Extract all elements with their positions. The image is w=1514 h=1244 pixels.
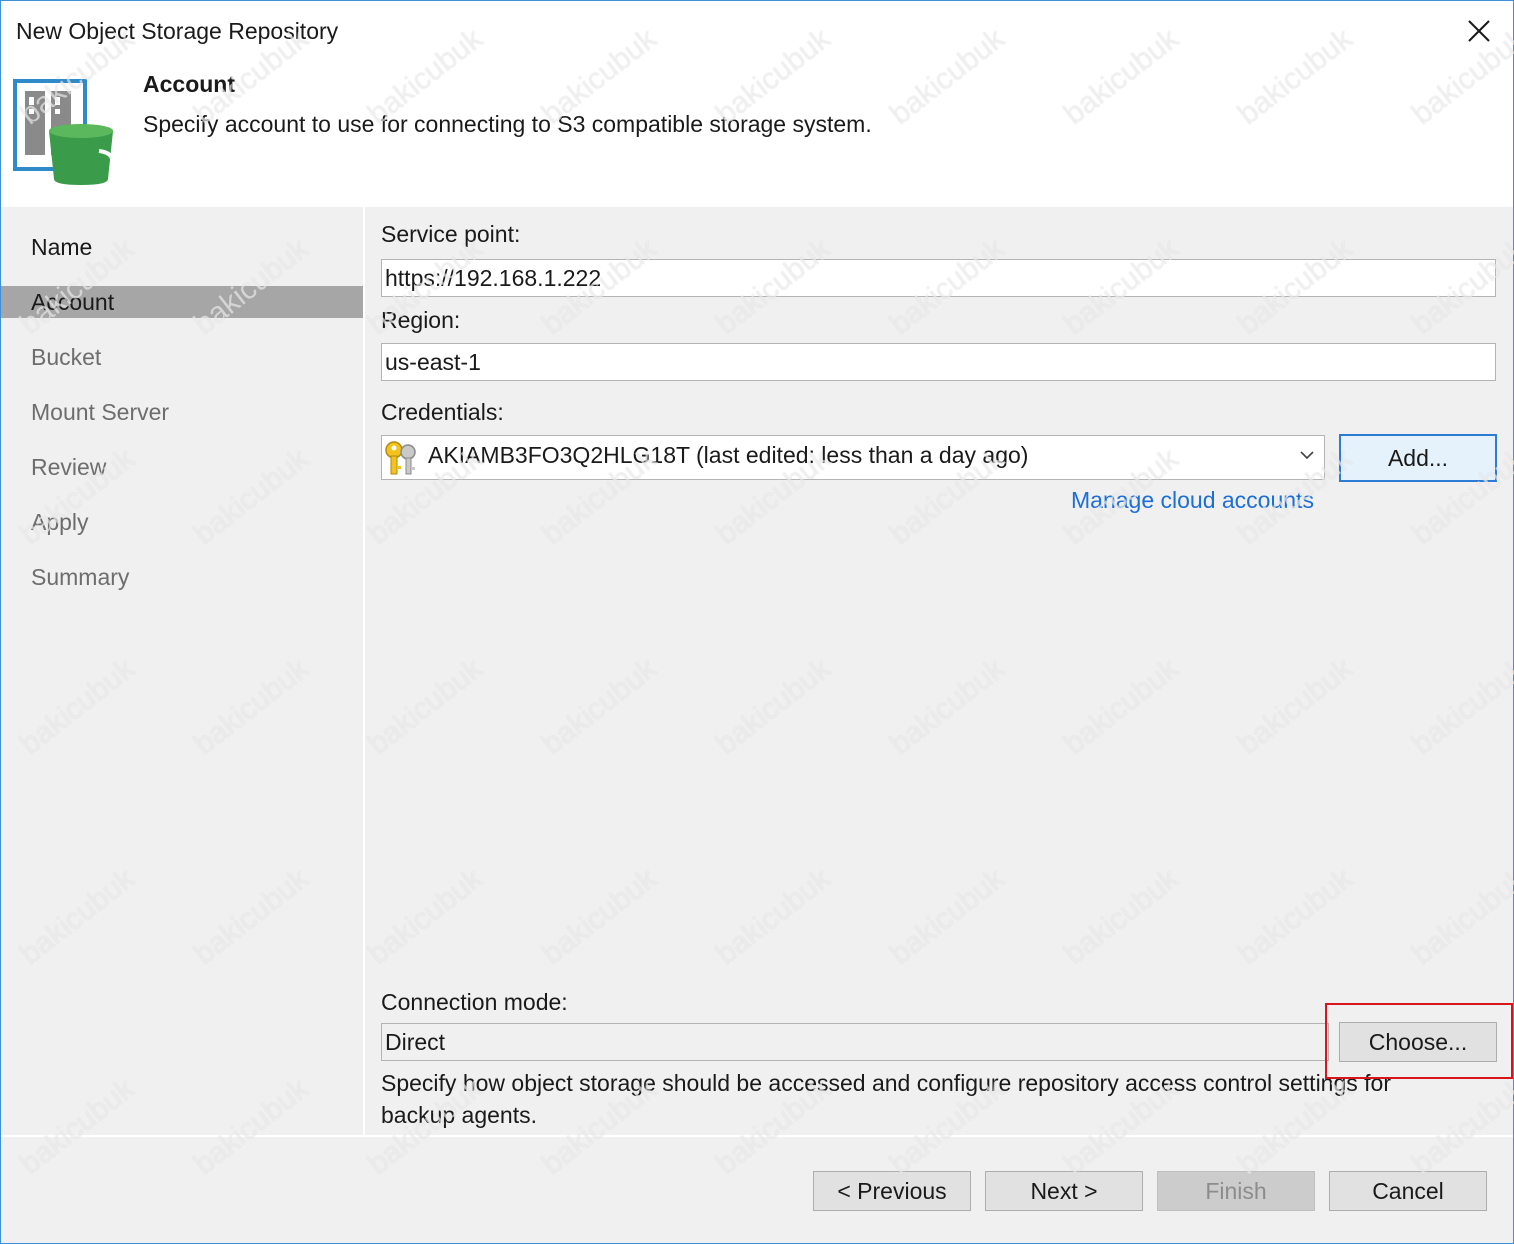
previous-button[interactable]: < Previous — [813, 1171, 971, 1211]
wizard-window: New Object Storage Repository Account Sp… — [0, 0, 1514, 1244]
close-button[interactable] — [1463, 15, 1495, 47]
credentials-dropdown[interactable]: AKIAMB3FO3Q2HLG18T (last edited: less th… — [381, 435, 1325, 480]
step-review: Review — [31, 454, 107, 480]
chevron-down-icon — [1300, 451, 1314, 460]
title-bar: New Object Storage Repository — [1, 1, 1513, 63]
add-credentials-button[interactable]: Add... — [1339, 434, 1497, 482]
wizard-header: Account Specify account to use for conne… — [1, 63, 1513, 207]
wizard-footer: < Previous Next > Finish Cancel — [1, 1135, 1513, 1243]
manage-cloud-accounts-link[interactable]: Manage cloud accounts — [1071, 487, 1314, 514]
close-icon — [1468, 20, 1490, 42]
step-apply: Apply — [31, 509, 89, 535]
cancel-button[interactable]: Cancel — [1329, 1171, 1487, 1211]
wizard-content: Service point: https://192.168.1.222 Reg… — [365, 207, 1513, 1135]
region-label: Region: — [381, 307, 461, 333]
connection-mode-label: Connection mode: — [381, 989, 568, 1015]
object-storage-icon — [13, 79, 115, 185]
region-input[interactable]: us-east-1 — [381, 343, 1496, 381]
step-summary: Summary — [31, 564, 130, 590]
step-title: Account — [143, 71, 235, 97]
step-name[interactable]: Name — [1, 231, 363, 263]
key-icon — [385, 441, 416, 475]
wizard-steps: Name Account Bucket Mount Server Review … — [1, 207, 365, 1135]
step-description: Specify account to use for connecting to… — [143, 111, 872, 137]
connection-mode-hint: Specify how object storage should be acc… — [381, 1070, 1392, 1128]
credentials-value: AKIAMB3FO3Q2HLG18T (last edited: less th… — [428, 442, 1029, 468]
choose-button[interactable]: Choose... — [1339, 1022, 1497, 1062]
step-bucket: Bucket — [31, 344, 102, 370]
finish-button: Finish — [1157, 1171, 1315, 1211]
credentials-label: Credentials: — [381, 399, 504, 425]
service-point-input[interactable]: https://192.168.1.222 — [381, 259, 1496, 297]
connection-mode-value: Direct — [381, 1023, 1329, 1061]
service-point-label: Service point: — [381, 221, 521, 247]
step-mount-server: Mount Server — [31, 399, 170, 425]
next-button[interactable]: Next > — [985, 1171, 1143, 1211]
window-title: New Object Storage Repository — [16, 18, 339, 44]
step-account[interactable]: Account — [1, 286, 363, 318]
